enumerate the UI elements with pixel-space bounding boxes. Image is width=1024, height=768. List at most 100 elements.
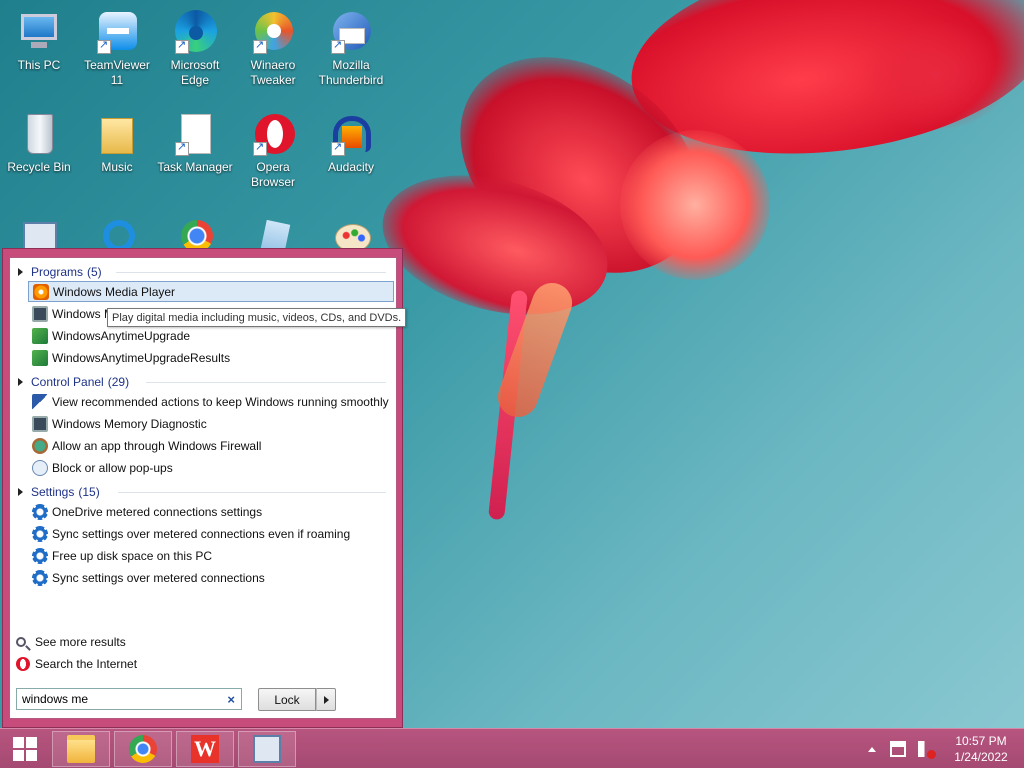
group-title: Control Panel [31,375,104,389]
flag-icon [32,393,48,410]
taskbar-wps-office[interactable]: W [176,731,234,767]
windows-logo-icon [13,737,37,761]
desktop-icon-label: Opera Browser [250,160,295,189]
start-button[interactable] [0,729,50,768]
group-divider [116,272,386,273]
monitor-icon [32,305,48,322]
desktop-icon-edge[interactable]: Microsoft Edge [156,4,234,88]
group-count: (29) [107,375,130,389]
expand-arrow-icon [18,378,23,386]
search-box[interactable]: × [16,688,242,710]
result-popups[interactable]: Block or allow pop-ups [28,457,394,478]
result-label: WindowsAnytimeUpgrade [52,328,191,343]
folder-icon [95,112,139,156]
shortcut-arrow-icon [331,140,345,156]
network-icon[interactable] [890,741,906,757]
desktop-icon-music[interactable]: Music [78,106,156,175]
search-icon [16,637,26,647]
volume-muted-icon[interactable] [918,741,936,759]
desktop-icon-label: Mozilla Thunderbird [318,58,384,87]
shortcut-arrow-icon [253,140,267,156]
popup-icon [32,459,48,476]
desktop-icon-label: Music [101,160,133,174]
desktop-icon-winaero[interactable]: Winaero Tweaker [234,4,312,88]
edge-icon [173,10,217,54]
result-label: Windows Memory Diagnostic [52,416,207,431]
file-explorer-icon [67,735,95,763]
clock[interactable]: 10:57 PM 1/24/2022 [946,733,1016,765]
desktop-icon-label: Audacity [327,160,375,174]
result-sync-roaming[interactable]: Sync settings over metered connections e… [28,523,394,544]
shortcut-arrow-icon [175,38,189,54]
result-onedrive-metered[interactable]: OneDrive metered connections settings [28,501,394,522]
tooltip: Play digital media including music, vide… [107,308,407,327]
result-label: Allow an app through Windows Firewall [52,438,262,453]
show-hidden-icons-icon[interactable] [868,746,876,752]
gear-icon [32,525,48,542]
result-label: Block or allow pop-ups [52,460,173,475]
chrome-icon [129,735,157,763]
power-options-arrow-icon[interactable] [316,688,336,711]
group-header-control-panel[interactable]: Control Panel (29) [18,373,129,391]
taskbar-file-explorer[interactable] [52,731,110,767]
desktop-icon-label: Microsoft Edge [170,58,220,87]
see-more-results-link[interactable]: See more results [16,632,126,652]
result-label: OneDrive metered connections settings [52,504,263,519]
desktop-icon-recycle-bin[interactable]: Recycle Bin [0,106,78,175]
desktop-icon-label: Recycle Bin [7,160,71,174]
desktop-icon-label: Task Manager [157,160,233,174]
upgrade-icon [32,349,48,366]
desktop-icon-thunderbird[interactable]: Mozilla Thunderbird [312,4,390,88]
result-label: View recommended actions to keep Windows… [52,394,389,409]
search-input[interactable] [22,692,218,706]
wallpaper-petal [618,0,1024,179]
wallpaper-petal [860,20,1010,130]
group-count: (15) [78,485,100,499]
group-header-programs[interactable]: Programs (5) [18,263,102,281]
wallpaper-petal [620,130,770,280]
result-label: WindowsAnytimeUpgradeResults [52,350,231,365]
desktop-icon-teamviewer[interactable]: TeamViewer 11 [78,4,156,88]
upgrade-icon [32,327,48,344]
winaero-icon [251,10,295,54]
wallpaper-petal [419,12,741,318]
group-count: (5) [87,265,102,279]
result-memory-diagnostic[interactable]: Windows Memory Diagnostic [28,413,394,434]
taskbar: W 10:57 PM 1/24/2022 [0,728,1024,768]
result-windows-anytime-upgrade[interactable]: WindowsAnytimeUpgrade [28,325,394,346]
document-icon [173,112,217,156]
search-internet-link[interactable]: Search the Internet [16,654,137,674]
desktop-icon-label: Winaero Tweaker [250,58,296,87]
group-title: Programs [31,265,84,279]
result-free-disk-space[interactable]: Free up disk space on this PC [28,545,394,566]
gear-icon [32,569,48,586]
see-more-label: See more results [35,635,126,649]
computer-icon [17,10,61,54]
shortcut-arrow-icon [97,38,111,54]
desktop-icon-task-manager[interactable]: Task Manager [156,106,234,175]
desktop-icon-opera[interactable]: Opera Browser [234,106,312,190]
thunderbird-icon [329,10,373,54]
taskbar-control-panel[interactable] [238,731,296,767]
clear-search-icon[interactable]: × [227,692,235,707]
opera-icon [251,112,295,156]
lock-button[interactable]: Lock [258,688,316,711]
desktop-icon-audacity[interactable]: Audacity [312,106,390,175]
result-windows-anytime-upgrade-results[interactable]: WindowsAnytimeUpgradeResults [28,347,394,368]
taskbar-chrome[interactable] [114,731,172,767]
desktop-icon-label: This PC [17,58,61,72]
shortcut-arrow-icon [175,140,189,156]
recycle-bin-icon [17,112,61,156]
result-label: Sync settings over metered connections e… [52,526,351,541]
result-recommended-actions[interactable]: View recommended actions to keep Windows… [28,391,394,412]
opera-icon [16,657,30,671]
desktop-icon-this-pc[interactable]: This PC [0,4,78,73]
media-player-icon [33,283,49,300]
result-firewall[interactable]: Allow an app through Windows Firewall [28,435,394,456]
system-tray: 10:57 PM 1/24/2022 [868,729,1024,768]
group-header-settings[interactable]: Settings (15) [18,483,100,501]
expand-arrow-icon [18,488,23,496]
result-sync-metered[interactable]: Sync settings over metered connections [28,567,394,588]
clock-time: 10:57 PM [955,734,1007,748]
result-windows-media-player[interactable]: Windows Media Player [28,281,394,302]
